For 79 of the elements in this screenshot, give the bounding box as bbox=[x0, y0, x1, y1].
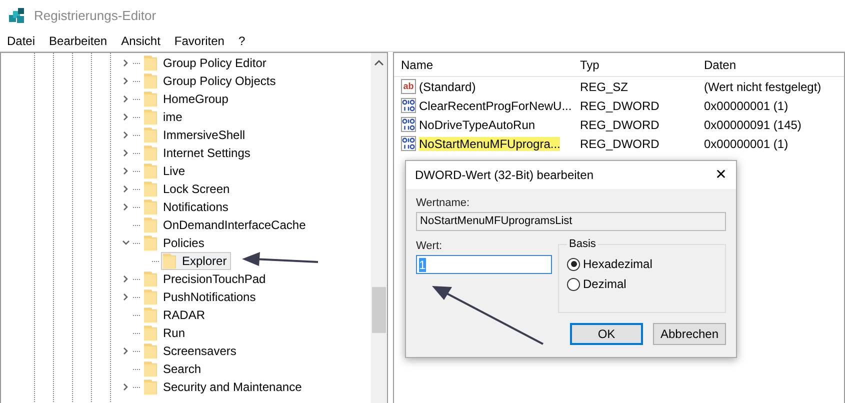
dialog-button[interactable]: Abbrechen bbox=[653, 323, 726, 345]
tree-item[interactable]: ImmersiveShell bbox=[142, 126, 250, 144]
radio-label[interactable]: Dezimal bbox=[583, 277, 626, 291]
string-value-icon: ab bbox=[401, 79, 416, 94]
tree-item[interactable]: Lock Screen bbox=[142, 180, 234, 198]
column-header[interactable]: Daten bbox=[700, 58, 844, 72]
value-data: 0x00000001 (1) bbox=[703, 98, 790, 112]
tree-item[interactable]: Screensavers bbox=[142, 342, 240, 360]
tree-item[interactable]: HomeGroup bbox=[142, 90, 232, 108]
folder-icon bbox=[144, 199, 157, 215]
value-data: 0x00000001 (1) bbox=[703, 136, 790, 150]
folder-icon bbox=[144, 127, 157, 143]
folder-icon bbox=[144, 235, 157, 251]
folder-icon bbox=[144, 271, 157, 287]
scrollbar[interactable] bbox=[371, 53, 387, 403]
tree-item[interactable]: Group Policy Objects bbox=[142, 72, 280, 90]
tree-item[interactable]: Notifications bbox=[142, 198, 232, 216]
tree-item[interactable]: Security and Maintenance bbox=[142, 378, 306, 396]
value-name[interactable]: NoDriveTypeAutoRun bbox=[419, 118, 536, 132]
folder-icon bbox=[144, 325, 157, 341]
value-name[interactable]: ClearRecentProgForNewU... bbox=[419, 98, 572, 112]
menu-item[interactable]: Ansicht bbox=[114, 34, 168, 48]
window-title: Registrierungs-Editor bbox=[34, 8, 156, 23]
folder-icon bbox=[144, 379, 157, 395]
field-label: Wert: bbox=[416, 240, 444, 252]
tree-item[interactable]: Run bbox=[142, 324, 190, 342]
menu-item[interactable]: Favoriten bbox=[167, 34, 232, 48]
group-label: Basis bbox=[567, 238, 598, 250]
radio-button[interactable] bbox=[567, 258, 580, 270]
folder-icon bbox=[144, 181, 157, 197]
tree-item[interactable]: Search bbox=[142, 360, 206, 378]
tree-item[interactable]: Live bbox=[142, 162, 190, 180]
binary-value-icon bbox=[401, 117, 416, 132]
menu-item[interactable]: ? bbox=[231, 34, 252, 48]
radio-button[interactable] bbox=[567, 278, 580, 290]
folder-icon bbox=[163, 253, 176, 269]
tree-item[interactable]: PrecisionTouchPad bbox=[142, 270, 270, 288]
tree-item[interactable]: Policies bbox=[142, 234, 208, 252]
value-name-field[interactable]: NoStartMenuMFUprogramsList bbox=[416, 212, 726, 231]
value-name[interactable]: (Standard) bbox=[419, 80, 476, 94]
menu-item[interactable]: Bearbeiten bbox=[42, 34, 114, 48]
tree-item[interactable]: PushNotifications bbox=[142, 288, 260, 306]
value-name[interactable]: NoStartMenuMFUprogra... bbox=[419, 136, 560, 150]
tree-item[interactable]: RADAR bbox=[142, 306, 210, 324]
column-header[interactable]: Name bbox=[394, 58, 576, 72]
radio-label[interactable]: Hexadezimal bbox=[583, 257, 652, 271]
value-type: REG_DWORD bbox=[579, 118, 660, 132]
folder-icon bbox=[144, 361, 157, 377]
registry-cubes-icon bbox=[8, 6, 26, 24]
value-data: (Wert nicht festgelegt) bbox=[703, 80, 822, 94]
tree-item[interactable]: OnDemandInterfaceCache bbox=[142, 216, 310, 234]
column-header[interactable]: Typ bbox=[576, 58, 700, 72]
folder-icon bbox=[144, 55, 157, 71]
menu-item[interactable]: Datei bbox=[0, 34, 42, 48]
folder-icon bbox=[144, 163, 157, 179]
folder-icon bbox=[144, 217, 157, 233]
folder-icon bbox=[144, 343, 157, 359]
folder-icon bbox=[144, 109, 157, 125]
folder-icon bbox=[144, 289, 157, 305]
folder-icon bbox=[144, 91, 157, 107]
scroll-up-icon[interactable] bbox=[374, 59, 384, 67]
close-button[interactable]: ✕ bbox=[706, 162, 736, 188]
dialog-title: DWORD-Wert (32-Bit) bearbeiten bbox=[415, 168, 594, 182]
binary-value-icon bbox=[401, 98, 416, 113]
tree-item[interactable]: Group Policy Editor bbox=[142, 54, 270, 72]
dialog-button[interactable]: OK bbox=[570, 323, 643, 345]
value-type: REG_DWORD bbox=[579, 98, 660, 112]
binary-value-icon bbox=[401, 136, 416, 151]
value-type: REG_DWORD bbox=[579, 136, 660, 150]
folder-icon bbox=[144, 73, 157, 89]
tree-item[interactable]: ime bbox=[142, 108, 186, 126]
folder-icon bbox=[144, 307, 157, 323]
tree-item[interactable]: Explorer bbox=[161, 252, 231, 270]
value-data: 0x00000091 (145) bbox=[703, 118, 802, 132]
scrollbar-thumb[interactable] bbox=[372, 287, 386, 333]
value-type: REG_SZ bbox=[579, 80, 630, 94]
tree-item[interactable]: Internet Settings bbox=[142, 144, 254, 162]
folder-icon bbox=[144, 145, 157, 161]
field-label: Wertname: bbox=[416, 197, 471, 209]
